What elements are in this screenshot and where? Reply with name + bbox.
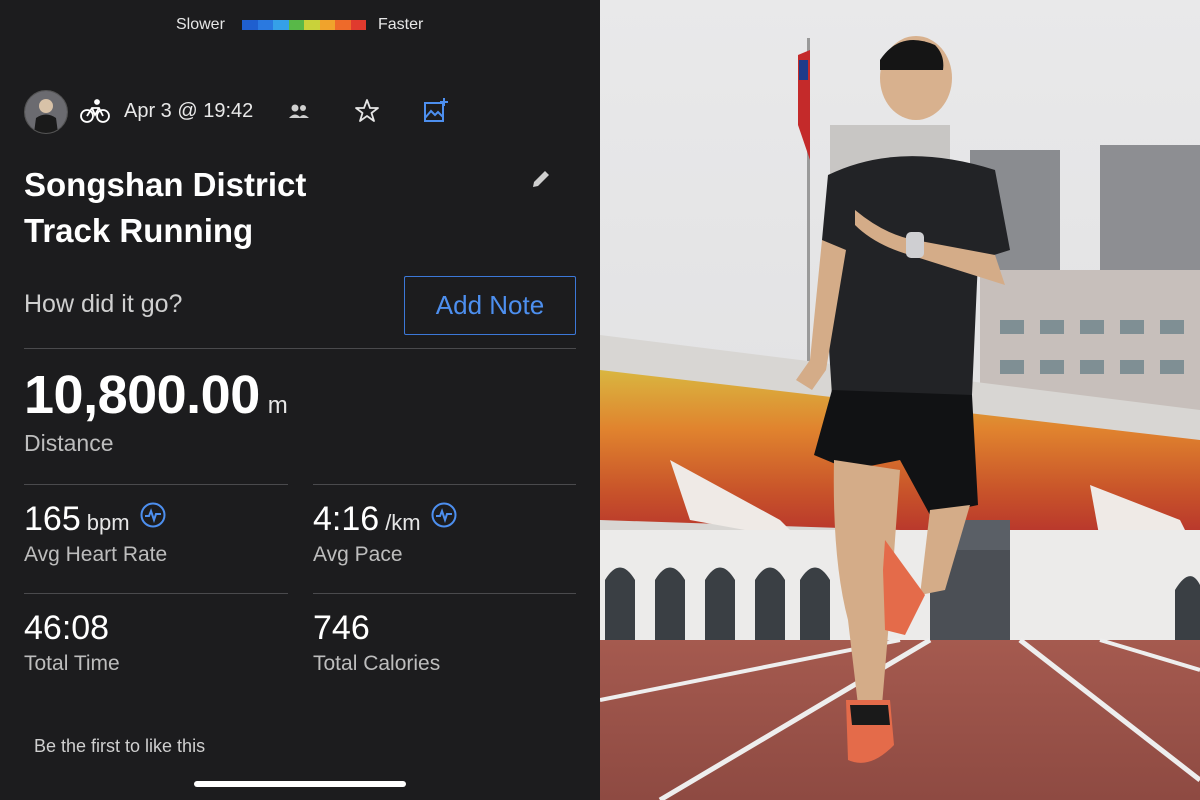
total-time-label: Total Time xyxy=(24,652,120,675)
activity-header: Apr 3 @ 19:42 xyxy=(24,90,584,134)
pace-unit: /km xyxy=(385,510,421,535)
legend-slower-label: Slower xyxy=(176,16,225,33)
activity-title: Songshan District Track Running xyxy=(24,162,444,254)
legend-color-segment xyxy=(273,20,289,30)
legend-color-segment xyxy=(319,20,335,30)
legend-color-segment xyxy=(242,20,258,30)
pace-legend: Slower Faster xyxy=(0,14,600,36)
total-time-stat: 46:08 Total Time xyxy=(24,609,120,676)
distance-unit: m xyxy=(267,392,288,419)
add-photo-icon[interactable] xyxy=(422,96,450,124)
legend-color-segment xyxy=(257,20,273,30)
activity-panel: Slower Faster Apr 3 @ 19:42 Songshan Dis… xyxy=(0,0,600,800)
divider xyxy=(24,484,288,485)
heart-rate-value: 165 xyxy=(24,500,81,538)
distance-number: 10,800.00 xyxy=(24,365,260,425)
cycling-icon xyxy=(80,98,110,124)
divider xyxy=(313,593,576,594)
pace-value: 4:16 xyxy=(313,500,380,538)
total-time-value: 46:08 xyxy=(24,609,110,647)
runner-photo xyxy=(600,0,1200,800)
pace-chart-icon[interactable] xyxy=(431,502,457,528)
home-indicator[interactable] xyxy=(194,781,406,787)
user-avatar[interactable] xyxy=(24,90,68,134)
legend-color-segment xyxy=(335,20,351,30)
calories-value: 746 xyxy=(313,609,370,647)
like-prompt[interactable]: Be the first to like this xyxy=(34,736,205,757)
heart-rate-unit: bpm xyxy=(86,510,130,535)
avg-pace-stat: 4:16/km Avg Pace xyxy=(313,500,457,567)
divider xyxy=(24,348,576,349)
activity-title-line2: Track Running xyxy=(24,212,254,249)
distance-value: 10,800.00 m xyxy=(24,364,288,426)
divider xyxy=(313,484,576,485)
activity-date: Apr 3 @ 19:42 xyxy=(124,100,254,122)
edit-pencil-icon[interactable] xyxy=(530,168,552,190)
activity-title-line1: Songshan District xyxy=(24,166,307,203)
pace-label: Avg Pace xyxy=(313,543,403,566)
heart-rate-label: Avg Heart Rate xyxy=(24,543,168,566)
pace-color-scale xyxy=(242,20,366,30)
total-calories-stat: 746 Total Calories xyxy=(313,609,440,676)
calories-label: Total Calories xyxy=(313,652,441,675)
people-icon[interactable] xyxy=(288,102,310,122)
heart-rate-chart-icon[interactable] xyxy=(140,502,166,528)
distance-label: Distance xyxy=(24,430,114,456)
star-icon[interactable] xyxy=(354,98,380,124)
note-prompt: How did it go? xyxy=(24,290,183,318)
legend-color-segment xyxy=(288,20,304,30)
legend-faster-label: Faster xyxy=(378,16,424,33)
add-note-button[interactable]: Add Note xyxy=(404,276,576,335)
avg-heart-rate-stat: 165 bpm Avg Heart Rate xyxy=(24,500,167,567)
legend-color-segment xyxy=(350,20,366,30)
legend-color-segment xyxy=(304,20,320,30)
divider xyxy=(24,593,288,594)
